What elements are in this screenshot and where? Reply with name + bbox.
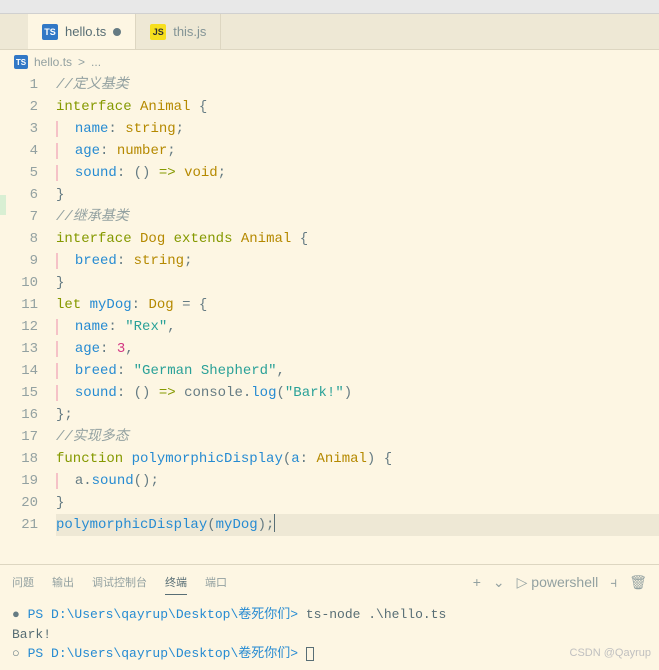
line-number: 14 <box>0 360 38 382</box>
line-number: 16 <box>0 404 38 426</box>
terminal-line: ● PS D:\Users\qayrup\Desktop\卷死你们> ts-no… <box>12 605 647 625</box>
code-line[interactable]: a.sound(); <box>56 470 659 492</box>
chevron-right-icon: > <box>78 55 85 69</box>
terminal-line: Bark! <box>12 625 647 645</box>
code-line[interactable]: } <box>56 272 659 294</box>
editor[interactable]: 123456789101112131415161718192021 //定义基类… <box>0 74 659 564</box>
code-line[interactable]: sound: () => console.log("Bark!") <box>56 382 659 404</box>
plus-icon[interactable]: + <box>473 574 481 590</box>
code-line[interactable]: name: "Rex", <box>56 316 659 338</box>
tab-hello-ts[interactable]: TS hello.ts <box>28 14 136 49</box>
breadcrumb-more: ... <box>91 55 101 69</box>
code-line[interactable]: //继承基类 <box>56 206 659 228</box>
line-number: 5 <box>0 162 38 184</box>
code-line[interactable]: //实现多态 <box>56 426 659 448</box>
breadcrumb[interactable]: TS hello.ts > ... <box>0 50 659 74</box>
code-line[interactable]: let myDog: Dog = { <box>56 294 659 316</box>
line-number: 3 <box>0 118 38 140</box>
line-gutter: 123456789101112131415161718192021 <box>0 74 56 564</box>
tab-this-js[interactable]: JS this.js <box>136 14 221 49</box>
js-icon: JS <box>150 24 166 40</box>
line-number: 4 <box>0 140 38 162</box>
modified-dot-icon <box>113 28 121 36</box>
line-number: 1 <box>0 74 38 96</box>
line-number: 10 <box>0 272 38 294</box>
tab-label: hello.ts <box>65 24 106 39</box>
code-line[interactable]: function polymorphicDisplay(a: Animal) { <box>56 448 659 470</box>
line-number: 15 <box>0 382 38 404</box>
ts-icon: TS <box>42 24 58 40</box>
line-number: 20 <box>0 492 38 514</box>
bottom-panel: 问题输出调试控制台终端端口 + ⌄ ▷ powershell ⫞ 🗑 ● PS D:\Us… <box>0 564 659 670</box>
panel-tab-问题[interactable]: 问题 <box>12 570 34 594</box>
line-number: 8 <box>0 228 38 250</box>
terminal-content[interactable]: ● PS D:\Users\qayrup\Desktop\卷死你们> ts-no… <box>0 599 659 670</box>
line-number: 21 <box>0 514 38 536</box>
code-area[interactable]: //定义基类interface Animal { name: string; a… <box>56 74 659 564</box>
code-line[interactable]: //定义基类 <box>56 74 659 96</box>
code-line[interactable]: polymorphicDisplay(myDog); <box>56 514 659 536</box>
line-number: 17 <box>0 426 38 448</box>
title-bar <box>0 0 659 14</box>
panel-tab-终端[interactable]: 终端 <box>165 570 187 595</box>
code-line[interactable]: sound: () => void; <box>56 162 659 184</box>
code-line[interactable]: age: 3, <box>56 338 659 360</box>
line-number: 9 <box>0 250 38 272</box>
tab-label: this.js <box>173 24 206 39</box>
line-number: 13 <box>0 338 38 360</box>
code-line[interactable]: breed: string; <box>56 250 659 272</box>
tabs-gutter <box>0 14 28 49</box>
watermark: CSDN @Qayrup <box>570 647 651 659</box>
text-cursor <box>274 514 275 532</box>
code-line[interactable]: interface Animal { <box>56 96 659 118</box>
line-number: 18 <box>0 448 38 470</box>
code-line[interactable]: interface Dog extends Animal { <box>56 228 659 250</box>
panel-tab-调试控制台[interactable]: 调试控制台 <box>92 570 147 594</box>
chevron-down-icon[interactable]: ⌄ <box>493 574 505 591</box>
panel-tab-输出[interactable]: 输出 <box>52 570 74 594</box>
code-line[interactable]: breed: "German Shepherd", <box>56 360 659 382</box>
code-line[interactable]: name: string; <box>56 118 659 140</box>
split-icon[interactable]: ⫞ <box>610 574 617 591</box>
code-line[interactable]: } <box>56 492 659 514</box>
code-line[interactable]: age: number; <box>56 140 659 162</box>
sidebar-marker <box>0 195 6 215</box>
breadcrumb-file: hello.ts <box>34 55 72 69</box>
line-number: 12 <box>0 316 38 338</box>
terminal-line: ○ PS D:\Users\qayrup\Desktop\卷死你们> <box>12 644 647 664</box>
ts-icon: TS <box>14 55 28 69</box>
trash-icon[interactable]: 🗑 <box>629 574 647 591</box>
editor-tabs: TS hello.ts JS this.js <box>0 14 659 50</box>
line-number: 19 <box>0 470 38 492</box>
panel-tab-端口[interactable]: 端口 <box>205 570 227 594</box>
terminal-cursor <box>306 647 314 661</box>
shell-icon[interactable]: ▷ powershell <box>517 574 599 591</box>
code-line[interactable]: }; <box>56 404 659 426</box>
panel-tabs: 问题输出调试控制台终端端口 + ⌄ ▷ powershell ⫞ 🗑 <box>0 565 659 599</box>
line-number: 11 <box>0 294 38 316</box>
line-number: 2 <box>0 96 38 118</box>
code-line[interactable]: } <box>56 184 659 206</box>
